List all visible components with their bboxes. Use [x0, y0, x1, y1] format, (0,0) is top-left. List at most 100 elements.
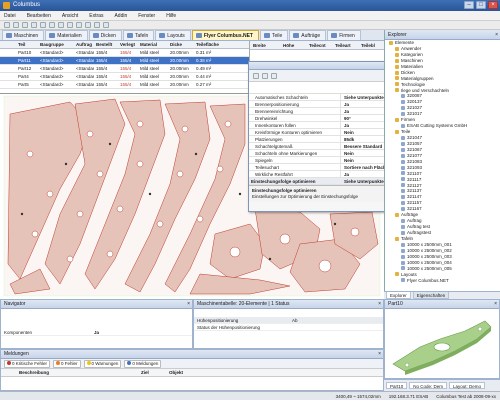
close-icon[interactable]: ×: [378, 300, 381, 309]
minimize-button[interactable]: –: [464, 1, 474, 9]
column-header[interactable]: Verlegt: [118, 41, 138, 48]
help-icon[interactable]: [103, 22, 109, 28]
document-icon: [401, 266, 405, 271]
tab-auftraege[interactable]: Aufträge: [289, 30, 327, 40]
document-icon: [401, 278, 405, 283]
table-row[interactable]: Part4 <Standard> <Standard> 155/4 155/4 …: [0, 73, 249, 81]
menu-addin[interactable]: Addin: [114, 13, 127, 19]
close-icon[interactable]: ×: [494, 300, 497, 309]
menu-bearbeiten[interactable]: Bearbeiten: [27, 13, 51, 19]
close-button[interactable]: ×: [488, 1, 498, 9]
navigator-header: Navigator ×: [1, 300, 192, 309]
zoom-icon[interactable]: [85, 22, 91, 28]
sheet-icon: [126, 33, 133, 38]
tab-layout-demo[interactable]: Layout: Demo: [449, 382, 486, 389]
document-icon: [401, 207, 405, 212]
redo-icon[interactable]: [76, 22, 82, 28]
tab-firmen[interactable]: Firmen: [327, 30, 361, 40]
tab-maschinen[interactable]: Maschinen: [2, 30, 45, 40]
document-icon: [401, 165, 405, 170]
column-header[interactable]: Ziel: [141, 369, 169, 376]
folder-icon: [395, 272, 399, 277]
column-header[interactable]: Teilebl: [358, 41, 384, 49]
menu-extras[interactable]: Extras: [89, 13, 103, 19]
explorer-tree: Elemente Anwender Kategorien Maschinen Mater…: [385, 40, 500, 283]
sort-alpha-icon[interactable]: [262, 72, 268, 79]
tab-dicken[interactable]: Dicken: [88, 30, 122, 40]
tab-layouts[interactable]: Layouts: [155, 30, 191, 40]
navigator-row[interactable]: Komponenten Ja: [1, 329, 192, 336]
document-icon: [401, 141, 405, 146]
column-header[interactable]: Teilecnt: [306, 41, 332, 49]
column-header[interactable]: Auftrag: [74, 41, 94, 48]
new-icon[interactable]: [4, 22, 10, 28]
column-header[interactable]: Bestellt: [94, 41, 118, 48]
document-switcher-tabs: Part10 No Code: Dem Layout: Demo: [384, 379, 500, 391]
messages-header: Meldungen ×: [1, 350, 383, 359]
column-header[interactable]: Teileart: [332, 41, 358, 49]
column-header[interactable]: Beschreibung: [1, 369, 141, 376]
column-header[interactable]: Teilefläche: [194, 41, 230, 48]
filter-critical-errors[interactable]: 0 Kritische Fehler: [4, 359, 51, 368]
filter-messages[interactable]: 0 Meldungen: [124, 359, 162, 368]
column-header[interactable]: Teil: [16, 41, 38, 48]
column-header[interactable]: Dicke: [168, 41, 194, 48]
column-header[interactable]: Breite: [250, 41, 280, 49]
maximize-button[interactable]: □: [476, 1, 486, 9]
folder-icon: [395, 82, 399, 87]
folder-icon: [395, 129, 399, 134]
filter-errors[interactable]: 0 Fehler: [53, 359, 81, 368]
title-bar: Columbus – □ ×: [0, 0, 500, 11]
open-icon[interactable]: [13, 22, 19, 28]
close-icon[interactable]: ×: [495, 30, 498, 40]
close-icon[interactable]: ×: [187, 300, 190, 309]
cut-icon[interactable]: [40, 22, 46, 28]
machine-row[interactable]: Hühenpositionierung Ab: [194, 317, 383, 324]
table-row[interactable]: Part11 <Standard> <Standard> 155/4 155/4…: [0, 57, 249, 65]
print-icon[interactable]: [31, 22, 37, 28]
save-icon[interactable]: [22, 22, 28, 28]
table-row[interactable]: Part12 <Standard> <Standard> 155/4 155/4…: [0, 65, 249, 73]
settings-icon[interactable]: [94, 22, 100, 28]
app-icon: [3, 2, 10, 9]
column-header[interactable]: Höhe: [280, 41, 306, 49]
table-row[interactable]: Part10 <Standard> <Standard> 155/4 155/4…: [0, 49, 249, 57]
copy-icon[interactable]: [49, 22, 55, 28]
document-icon: [401, 218, 405, 223]
tab-materialien[interactable]: Materialien: [45, 30, 88, 40]
filter-warnings[interactable]: 0 Warnungen: [83, 359, 122, 368]
menu-fenster[interactable]: Fenster: [138, 13, 155, 19]
table-row[interactable]: Part5 <Standard> <Standard> 155/4 155/4 …: [0, 81, 249, 89]
tab-flyer-columbus[interactable]: Flyer Columbus.NET: [191, 30, 259, 40]
property-pages-icon[interactable]: [271, 72, 277, 79]
undo-icon[interactable]: [67, 22, 73, 28]
tab-teile[interactable]: Teile: [260, 30, 289, 40]
menu-ansicht[interactable]: Ansicht: [62, 13, 78, 19]
tab-part10[interactable]: Part10: [386, 382, 408, 389]
status-coordinates: 3400,49 ~ 1574,02mm: [335, 394, 381, 399]
tree-item[interactable]: Flyer Columbus.NET: [385, 278, 500, 284]
tab-no-code-demo[interactable]: No Code: Dem: [409, 382, 448, 389]
tab-tafeln[interactable]: Tafeln: [122, 30, 155, 40]
tab-eigenschaften[interactable]: Eigenschaften: [412, 292, 450, 299]
menu-datei[interactable]: Datei: [4, 13, 16, 19]
messages-filter-bar: 0 Kritische Fehler 0 Fehler 0 Warnungen …: [1, 359, 383, 369]
part-3d-view[interactable]: [385, 309, 499, 377]
document-icon: [401, 183, 405, 188]
paste-icon[interactable]: [58, 22, 64, 28]
document-icon: [401, 153, 405, 158]
close-icon[interactable]: ×: [378, 350, 381, 359]
layout-icon: [159, 33, 166, 38]
machine-row[interactable]: Status der Hühenpositionierung: [194, 324, 383, 331]
column-header[interactable]: Material: [138, 41, 168, 48]
sort-category-icon[interactable]: [253, 72, 259, 79]
status-bar: 3400,49 ~ 1574,02mm 192.168.3.71 ESAB Co…: [0, 391, 500, 400]
document-icon: [401, 123, 405, 128]
main-toolbar: [0, 21, 500, 30]
menu-hilfe[interactable]: Hilfe: [166, 13, 176, 19]
column-header[interactable]: Objekt: [169, 369, 183, 376]
column-header[interactable]: Baugruppe: [38, 41, 74, 48]
tab-explorer[interactable]: Explorer: [386, 292, 411, 299]
table-header: Teil Baugruppe Auftrag Bestellt Verlegt …: [0, 41, 249, 49]
document-icon: [401, 260, 405, 265]
